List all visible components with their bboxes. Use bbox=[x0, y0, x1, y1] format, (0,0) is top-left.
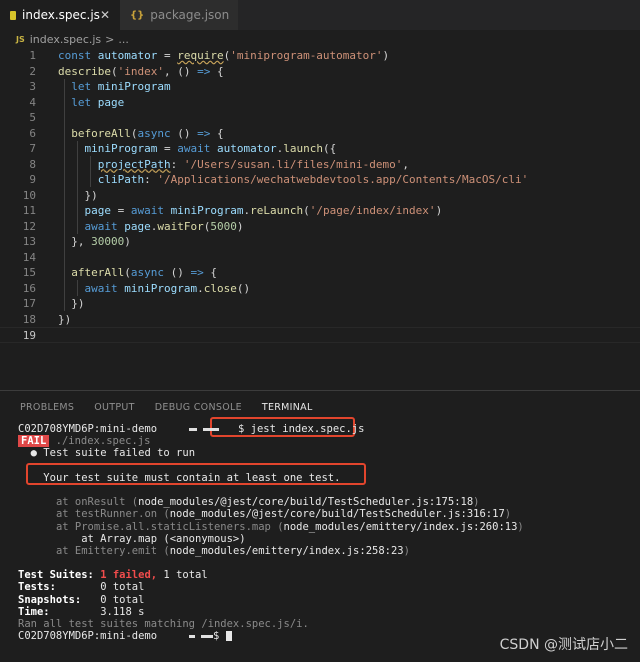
code-line: 1 const automator = require('miniprogram-… bbox=[29, 49, 390, 62]
tab-output[interactable]: OUTPUT bbox=[84, 399, 145, 419]
breadcrumb-separator: > bbox=[105, 32, 115, 46]
summary-suites: Test Suites: 1 failed, 1 total bbox=[18, 569, 208, 582]
terminal[interactable]: C02D708YMD6P:mini-demo $ jest index.spec… bbox=[18, 417, 628, 642]
editor-tab-bar: index.spec.js ✕ {} package.json bbox=[0, 0, 640, 30]
code-line: 11 page = await miniProgram.reLaunch('/p… bbox=[22, 204, 443, 217]
stack-line: at Array.map (<anonymous>) bbox=[81, 532, 246, 545]
code-line: 7 miniProgram = await automator.launch({ bbox=[29, 142, 337, 155]
code-editor[interactable]: 1 const automator = require('miniprogram-… bbox=[0, 48, 640, 388]
breadcrumb-tail[interactable]: ... bbox=[118, 33, 129, 46]
prompt-symbol: $ bbox=[237, 423, 245, 435]
watermark: CSDN @测试店小二 bbox=[499, 637, 628, 653]
summary-snapshots: Snapshots: 0 total bbox=[18, 593, 145, 606]
redacted-mark bbox=[203, 427, 220, 431]
code-line: 14 bbox=[22, 250, 36, 264]
close-icon[interactable]: ✕ bbox=[100, 8, 110, 22]
code-line: 18}) bbox=[22, 312, 72, 326]
code-line: 9 cliPath: '/Applications/wechatwebdevto… bbox=[29, 173, 529, 186]
redacted-mark bbox=[188, 427, 197, 431]
redacted-mark bbox=[201, 634, 214, 638]
summary-time: Time: 3.118 s bbox=[18, 605, 145, 618]
tab-index-spec[interactable]: index.spec.js ✕ bbox=[0, 0, 120, 30]
stack-line: at onResult (node_modules/@jest/core/bui… bbox=[55, 496, 480, 509]
tab-label: package.json bbox=[150, 8, 230, 22]
code-line: 6 beforeAll(async () => { bbox=[29, 126, 224, 140]
panel-tabs: PROBLEMS OUTPUT DEBUG CONSOLE TERMINAL bbox=[0, 399, 323, 419]
javascript-file-icon bbox=[10, 10, 17, 20]
json-file-icon: {} bbox=[130, 9, 145, 21]
terminal-cursor bbox=[225, 631, 232, 642]
tab-package-json[interactable]: {} package.json bbox=[120, 0, 238, 30]
tab-debug-console[interactable]: DEBUG CONSOLE bbox=[145, 399, 252, 419]
stack-line: at testRunner.on (node_modules/@jest/cor… bbox=[55, 508, 512, 521]
bullet-text: ● Test suite failed to run bbox=[30, 447, 196, 460]
code-line: 10 }) bbox=[22, 188, 98, 202]
code-line: 15 afterAll(async () => { bbox=[22, 266, 217, 279]
code-line: 3 let miniProgram bbox=[29, 80, 171, 93]
code-line: 12 await page.waitFor(5000) bbox=[22, 219, 244, 233]
code-line: 5 bbox=[29, 111, 36, 124]
breadcrumb-file[interactable]: index.spec.js bbox=[30, 33, 101, 46]
error-message: Your test suite must contain at least on… bbox=[43, 471, 341, 484]
tab-terminal[interactable]: TERMINAL bbox=[251, 399, 323, 419]
code-line: 13 }, 30000) bbox=[22, 235, 131, 248]
summary-tests: Tests: 0 total bbox=[18, 581, 145, 594]
code-line: 16 await miniProgram.close() bbox=[22, 281, 251, 295]
code-line-current: 19 bbox=[0, 327, 640, 343]
stack-line: at Emittery.emit (node_modules/emittery/… bbox=[55, 544, 410, 557]
fail-file: ./index.spec.js bbox=[55, 435, 151, 448]
prompt-host: C02D708YMD6P:mini-demo bbox=[18, 423, 158, 435]
terminal-error-line: Your test suite must contain at least on… bbox=[18, 472, 628, 484]
code-line: 17 }) bbox=[22, 297, 85, 310]
tab-problems[interactable]: PROBLEMS bbox=[0, 399, 84, 419]
tab-label: index.spec.js bbox=[22, 8, 100, 22]
terminal-command: jest index.spec.js bbox=[250, 423, 365, 435]
summary-ran: Ran all test suites matching /index.spec… bbox=[18, 618, 309, 630]
terminal-bullet-line: ● Test suite failed to run bbox=[18, 447, 628, 459]
stack-line: at Promise.all.staticListeners.map (node… bbox=[55, 520, 524, 533]
terminal-prompt-line: C02D708YMD6P:mini-demo $ jest index.spec… bbox=[18, 423, 628, 435]
code-line: 8 projectPath: '/Users/susan.li/files/mi… bbox=[29, 157, 410, 171]
bottom-panel: PROBLEMS OUTPUT DEBUG CONSOLE TERMINAL C… bbox=[0, 390, 640, 662]
redacted-mark bbox=[188, 634, 195, 638]
code-line: 4 let page bbox=[29, 95, 125, 109]
breadcrumb: JS index.spec.js > ... bbox=[0, 30, 129, 48]
fail-badge: FAIL bbox=[18, 435, 50, 448]
code-line: 2 describe('index', () => { bbox=[29, 64, 224, 78]
terminal-fail-line: FAIL ./index.spec.js bbox=[18, 435, 628, 448]
javascript-file-icon: JS bbox=[16, 34, 25, 44]
